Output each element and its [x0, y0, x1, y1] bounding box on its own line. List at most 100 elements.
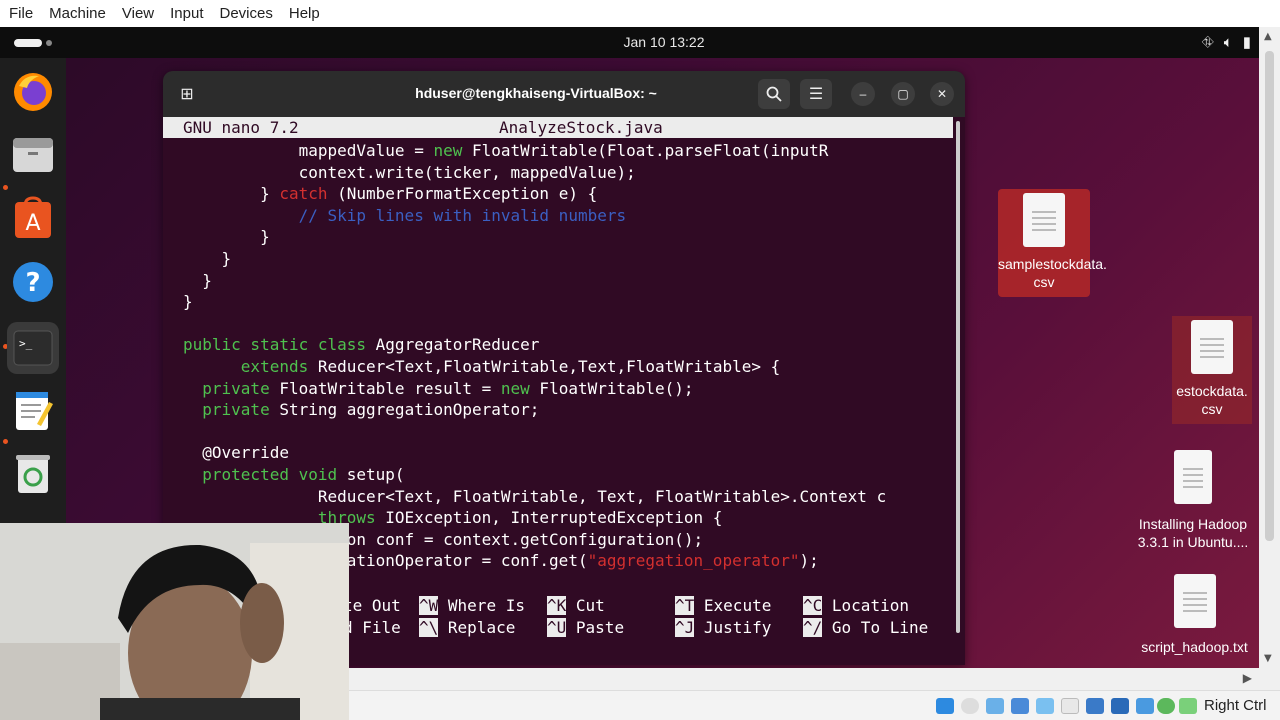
code-line: context.write(ticker, mappedValue); — [183, 162, 636, 183]
code-token: protected void — [202, 465, 338, 484]
svg-text:?: ? — [25, 268, 40, 298]
nano-shortcut[interactable]: ^K Cut — [547, 595, 605, 616]
desktop-file-samplestockdata[interactable]: samplestockdata. csv — [998, 189, 1107, 297]
guest-additions-icon[interactable] — [1157, 698, 1175, 714]
code-line: } — [183, 248, 232, 269]
nano-shortcut[interactable]: ^/ Go To Line — [803, 617, 928, 638]
code-token: Reducer<Text, FloatWritable, Text, Float… — [183, 486, 887, 506]
display-icon[interactable] — [1061, 698, 1079, 714]
audio-icon[interactable] — [936, 698, 954, 714]
scroll-down-icon[interactable]: ▼ — [1264, 653, 1272, 664]
minimize-icon[interactable]: – — [851, 82, 875, 106]
code-token: private — [202, 378, 270, 398]
nano-version: GNU nano 7.2 — [183, 118, 299, 137]
code-line: mappedValue = new FloatWritable(Float.pa… — [183, 140, 829, 161]
code-token: catch — [279, 184, 328, 204]
cpu-icon[interactable] — [1136, 698, 1154, 714]
presenter-video — [0, 523, 349, 720]
battery-icon: ▮ — [1242, 34, 1251, 51]
scroll-up-icon[interactable]: ▲ — [1264, 31, 1272, 42]
virtualization-icon[interactable] — [1111, 698, 1129, 714]
menu-machine[interactable]: Machine — [41, 0, 114, 27]
menu-view[interactable]: View — [114, 0, 162, 27]
nano-shortcut[interactable]: te Out — [343, 595, 401, 616]
code-token: mappedValue = — [183, 141, 434, 160]
code-token: FloatWritable(); — [529, 378, 694, 398]
volume-icon: 🔈︎ — [1223, 33, 1233, 51]
shortcut-key: ^\ — [419, 618, 439, 637]
maximize-icon[interactable]: ▢ — [891, 82, 915, 106]
shortcut-label: Go To Line — [831, 618, 929, 637]
gnome-top-bar: Jan 10 13:22 ⛗ 🔈︎ ▮ — [0, 27, 1259, 58]
terminal-icon[interactable]: >_ — [7, 322, 59, 374]
shortcut-label: Execute — [703, 596, 772, 615]
shortcut-label: Location — [831, 596, 909, 615]
system-tray[interactable]: ⛗ 🔈︎ ▮ — [1201, 33, 1251, 52]
menu-input[interactable]: Input — [162, 0, 211, 27]
firefox-icon[interactable] — [9, 68, 57, 116]
shortcut-key: ^C — [803, 596, 823, 615]
shortcut-label: Replace — [447, 618, 516, 637]
shortcut-label: d File — [343, 618, 401, 637]
csv-file-icon — [1023, 193, 1065, 247]
nano-shortcut[interactable]: ^U Paste — [547, 617, 624, 638]
code-token: // Skip lines with invalid numbers — [183, 205, 627, 225]
shortcut-key: ^U — [547, 618, 567, 637]
menu-file[interactable]: File — [0, 0, 41, 27]
menu-icon[interactable]: ☰ — [800, 79, 832, 109]
close-icon[interactable]: ✕ — [930, 82, 954, 106]
terminal-header-bar[interactable]: ⊞ hduser@tengkhaiseng-VirtualBox: ~ ☰ – … — [163, 71, 965, 117]
usb-icon[interactable] — [1011, 698, 1029, 714]
code-token: new — [500, 378, 530, 398]
code-token: AggregatorReducer — [366, 335, 540, 355]
code-line: } — [183, 270, 212, 291]
network-icon: ⛗ — [1201, 33, 1214, 51]
help-icon[interactable]: ? — [9, 258, 57, 306]
document-file-icon — [1174, 450, 1212, 504]
nano-shortcut[interactable]: ^\ Replace — [419, 617, 515, 638]
nano-shortcut[interactable]: ^J Justify — [675, 617, 771, 638]
text-editor-icon[interactable] — [9, 386, 57, 434]
menu-help[interactable]: Help — [281, 0, 328, 27]
desktop-file-label: Installing Hadoop 3.3.1 in Ubuntu.... — [1137, 516, 1249, 550]
code-token: } — [183, 227, 270, 247]
shortcut-label: Cut — [575, 596, 605, 615]
desktop-file-script-hadoop[interactable]: script_hadoop.txt — [1130, 574, 1259, 655]
nano-title-bar: GNU nano 7.2 AnalyzeStock.java — [163, 117, 953, 138]
app-center-icon[interactable]: A — [9, 194, 57, 242]
recording-icon[interactable] — [1086, 698, 1104, 714]
nano-shortcut[interactable]: d File — [343, 617, 401, 638]
svg-text:A: A — [25, 211, 40, 236]
terminal-title: hduser@tengkhaiseng-VirtualBox: ~ — [415, 85, 657, 101]
files-icon[interactable] — [9, 130, 57, 178]
nano-shortcut[interactable]: ^T Execute — [675, 595, 771, 616]
scroll-right-icon[interactable]: ▶ — [1243, 671, 1252, 685]
code-line: } catch (NumberFormatException e) { — [183, 183, 597, 204]
optical-drive-icon[interactable] — [961, 698, 979, 714]
menu-devices[interactable]: Devices — [212, 0, 281, 27]
trash-icon[interactable] — [9, 450, 57, 498]
nano-shortcut[interactable]: ^C Location — [803, 595, 909, 616]
shared-folders-icon[interactable] — [1036, 698, 1054, 714]
desktop-file-estockdata[interactable]: estockdata. csv — [1172, 316, 1252, 424]
desktop-file-installing-hadoop[interactable]: Installing Hadoop 3.3.1 in Ubuntu.... — [1130, 450, 1256, 550]
code-line: private FloatWritable result = new Float… — [183, 378, 694, 399]
scrollbar-thumb[interactable] — [1265, 51, 1274, 541]
vertical-scrollbar[interactable]: ▲ ▼ — [1259, 27, 1280, 668]
code-line: } — [183, 226, 270, 247]
code-line: protected void setup( — [183, 464, 404, 485]
network-adapter-icon[interactable] — [986, 698, 1004, 714]
shortcut-label: Paste — [575, 618, 625, 637]
code-token: } — [183, 292, 193, 312]
terminal-scrollbar[interactable] — [956, 121, 960, 633]
horizontal-scrollbar[interactable]: ▶ — [349, 668, 1280, 690]
search-icon[interactable] — [758, 79, 790, 109]
running-indicator — [3, 439, 8, 444]
mouse-integration-icon[interactable] — [1179, 698, 1197, 714]
code-token: String aggregationOperator; — [269, 400, 540, 420]
clock[interactable]: Jan 10 13:22 — [0, 34, 1259, 50]
nano-shortcut[interactable]: ^W Where Is — [419, 595, 525, 616]
